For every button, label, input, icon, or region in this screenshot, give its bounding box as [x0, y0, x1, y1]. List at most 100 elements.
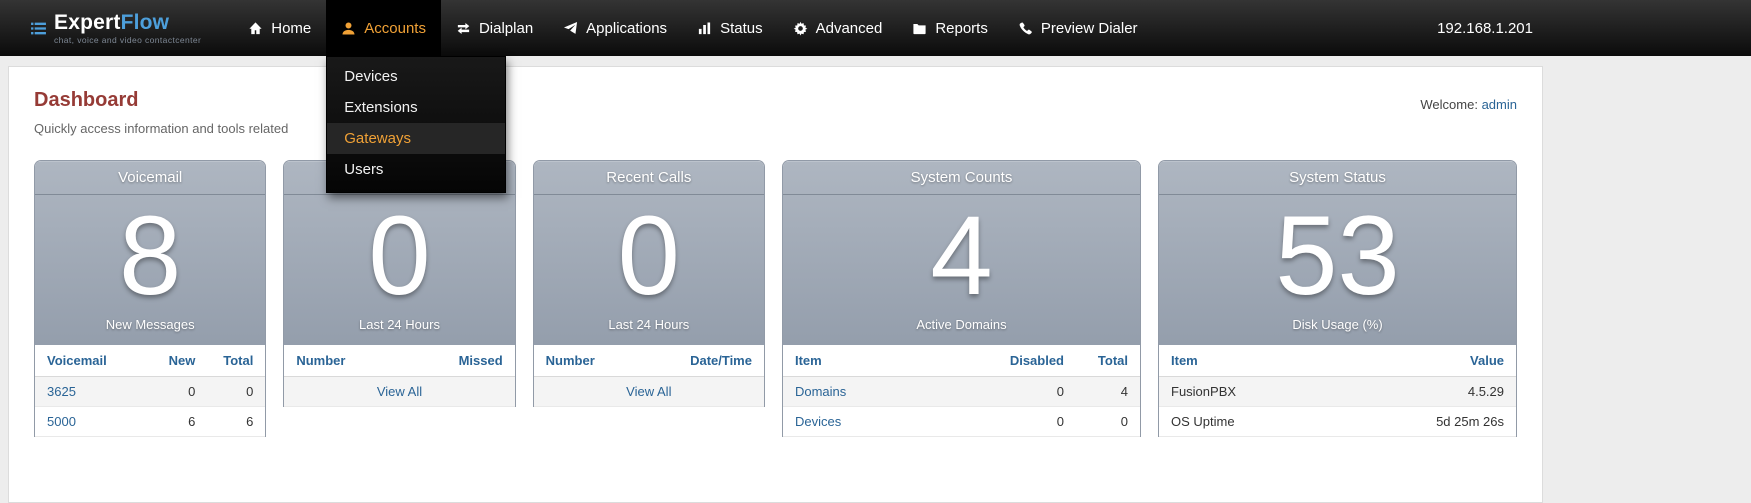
- table-row: Devices 00: [783, 407, 1140, 437]
- logo[interactable]: ExpertFlow chat, voice and video contact…: [30, 12, 201, 45]
- nav-item-advanced[interactable]: Advanced: [778, 0, 898, 56]
- card-header: Recent Calls0Last 24 Hours: [534, 161, 764, 345]
- applications-icon: [563, 21, 578, 36]
- ip-address[interactable]: 192.168.1.201: [1437, 20, 1543, 37]
- table-cell: 5000: [35, 407, 145, 437]
- table-header-cell: Date/Time: [678, 345, 764, 377]
- table-link[interactable]: 5000: [47, 414, 76, 429]
- table-link[interactable]: Devices: [795, 414, 841, 429]
- nav-item-dialplan[interactable]: Dialplan: [441, 0, 548, 56]
- welcome-label: Welcome:: [1420, 97, 1478, 112]
- card-system-counts: System Counts4Active DomainsItemDisabled…: [782, 160, 1141, 437]
- nav-item-label: Preview Dialer: [1041, 20, 1138, 37]
- preview-dialer-icon: [1018, 21, 1033, 36]
- table-header-cell: Value: [1396, 345, 1516, 377]
- dropdown-item-gateways[interactable]: Gateways: [327, 123, 505, 154]
- table-cell: 0: [986, 377, 1076, 407]
- nav-item-home[interactable]: Home: [233, 0, 326, 56]
- card-header: System Status53Disk Usage (%): [1159, 161, 1516, 345]
- nav-item-applications[interactable]: Applications: [548, 0, 682, 56]
- accounts-icon: [341, 21, 356, 36]
- reports-icon: [912, 21, 927, 36]
- table-cell: View All: [284, 377, 514, 407]
- card-system-status: System Status53Disk Usage (%)ItemValueFu…: [1158, 160, 1517, 437]
- nav-item-label: Reports: [935, 20, 988, 37]
- dashboard-cards: Voicemail8New MessagesVoicemailNewTotal3…: [34, 160, 1517, 437]
- home-icon: [248, 21, 263, 36]
- table-cell: 5d 25m 26s: [1396, 407, 1516, 437]
- table-cell: Devices: [783, 407, 986, 437]
- big-number: 53: [1159, 195, 1516, 317]
- table-cell: 4: [1076, 377, 1140, 407]
- view-all-link[interactable]: View All: [377, 384, 422, 399]
- table-cell: OS Uptime: [1159, 407, 1396, 437]
- table-row: 5000 66: [35, 407, 265, 437]
- dropdown-item-devices[interactable]: Devices: [327, 61, 505, 92]
- nav-item-reports[interactable]: Reports: [897, 0, 1003, 56]
- card-title: Voicemail: [35, 161, 265, 195]
- nav-item-label: Home: [271, 20, 311, 37]
- table-cell: 0: [207, 377, 265, 407]
- welcome-text: Welcome: admin: [1420, 97, 1517, 112]
- data-table: NumberMissedView All: [284, 345, 514, 407]
- dropdown-item-users[interactable]: Users: [327, 154, 505, 185]
- admin-link[interactable]: admin: [1482, 97, 1517, 112]
- big-number-label: Disk Usage (%): [1159, 317, 1516, 345]
- card-missed-calls: Missed Calls0Last 24 HoursNumberMissedVi…: [283, 160, 515, 407]
- nav-item-accounts[interactable]: AccountsDevicesExtensionsGatewaysUsers: [326, 0, 441, 56]
- logo-tagline: chat, voice and video contactcenter: [54, 35, 201, 45]
- content-panel: Dashboard Quickly access information and…: [8, 66, 1543, 503]
- table-row: View All: [534, 377, 764, 407]
- logo-text: ExpertFlow chat, voice and video contact…: [54, 12, 201, 45]
- data-table: NumberDate/Time View All: [534, 345, 764, 407]
- nav-menu: Home AccountsDevicesExtensionsGatewaysUse…: [233, 0, 1152, 56]
- page-subtitle: Quickly access information and tools rel…: [34, 121, 288, 136]
- card-header: Voicemail8New Messages: [35, 161, 265, 345]
- table-row: OS Uptime5d 25m 26s: [1159, 407, 1516, 437]
- view-all-link[interactable]: View All: [626, 384, 671, 399]
- logo-expert: Expert: [54, 11, 121, 34]
- logo-flow: Flow: [121, 11, 170, 34]
- card-title: System Status: [1159, 161, 1516, 195]
- table-cell: 6: [207, 407, 265, 437]
- big-number-label: Active Domains: [783, 317, 1140, 345]
- card-header: System Counts4Active Domains: [783, 161, 1140, 345]
- table-cell: 0: [1076, 407, 1140, 437]
- nav-item-label: Advanced: [816, 20, 883, 37]
- table-header-cell: Total: [207, 345, 265, 377]
- status-icon: [697, 21, 712, 36]
- nav-item-status[interactable]: Status: [682, 0, 778, 56]
- table-row: Domains 04: [783, 377, 1140, 407]
- table-cell: 0: [986, 407, 1076, 437]
- card-recent-calls: Recent Calls0Last 24 HoursNumberDate/Tim…: [533, 160, 765, 407]
- big-number: 0: [284, 195, 514, 317]
- card-voicemail: Voicemail8New MessagesVoicemailNewTotal3…: [34, 160, 266, 437]
- nav-inner: ExpertFlow chat, voice and video contact…: [0, 0, 1543, 56]
- data-table: ItemValueFusionPBX4.5.29OS Uptime5d 25m …: [1159, 345, 1516, 437]
- dropdown-item-extensions[interactable]: Extensions: [327, 92, 505, 123]
- nav-item-preview-dialer[interactable]: Preview Dialer: [1003, 0, 1153, 56]
- card-title: System Counts: [783, 161, 1140, 195]
- dialplan-icon: [456, 21, 471, 36]
- big-number-label: Last 24 Hours: [284, 317, 514, 345]
- table-row: FusionPBX4.5.29: [1159, 377, 1516, 407]
- big-number-label: Last 24 Hours: [534, 317, 764, 345]
- table-link[interactable]: Domains: [795, 384, 846, 399]
- table-cell: View All: [534, 377, 764, 407]
- data-table: ItemDisabledTotalDomains04Devices00: [783, 345, 1140, 437]
- nav-item-label: Accounts: [364, 20, 426, 37]
- table-header-cell: Number: [284, 345, 442, 377]
- table-link[interactable]: 3625: [47, 384, 76, 399]
- table-cell: 6: [145, 407, 207, 437]
- big-number: 4: [783, 195, 1140, 317]
- table-cell: 0: [145, 377, 207, 407]
- table-row: 3625 00: [35, 377, 265, 407]
- logo-list-icon: [30, 20, 47, 37]
- big-number: 8: [35, 195, 265, 317]
- big-number: 0: [534, 195, 764, 317]
- nav-item-label: Applications: [586, 20, 667, 37]
- page-title: Dashboard: [34, 89, 288, 112]
- table-header-cell: Number: [534, 345, 678, 377]
- card-title: Recent Calls: [534, 161, 764, 195]
- table-cell: FusionPBX: [1159, 377, 1396, 407]
